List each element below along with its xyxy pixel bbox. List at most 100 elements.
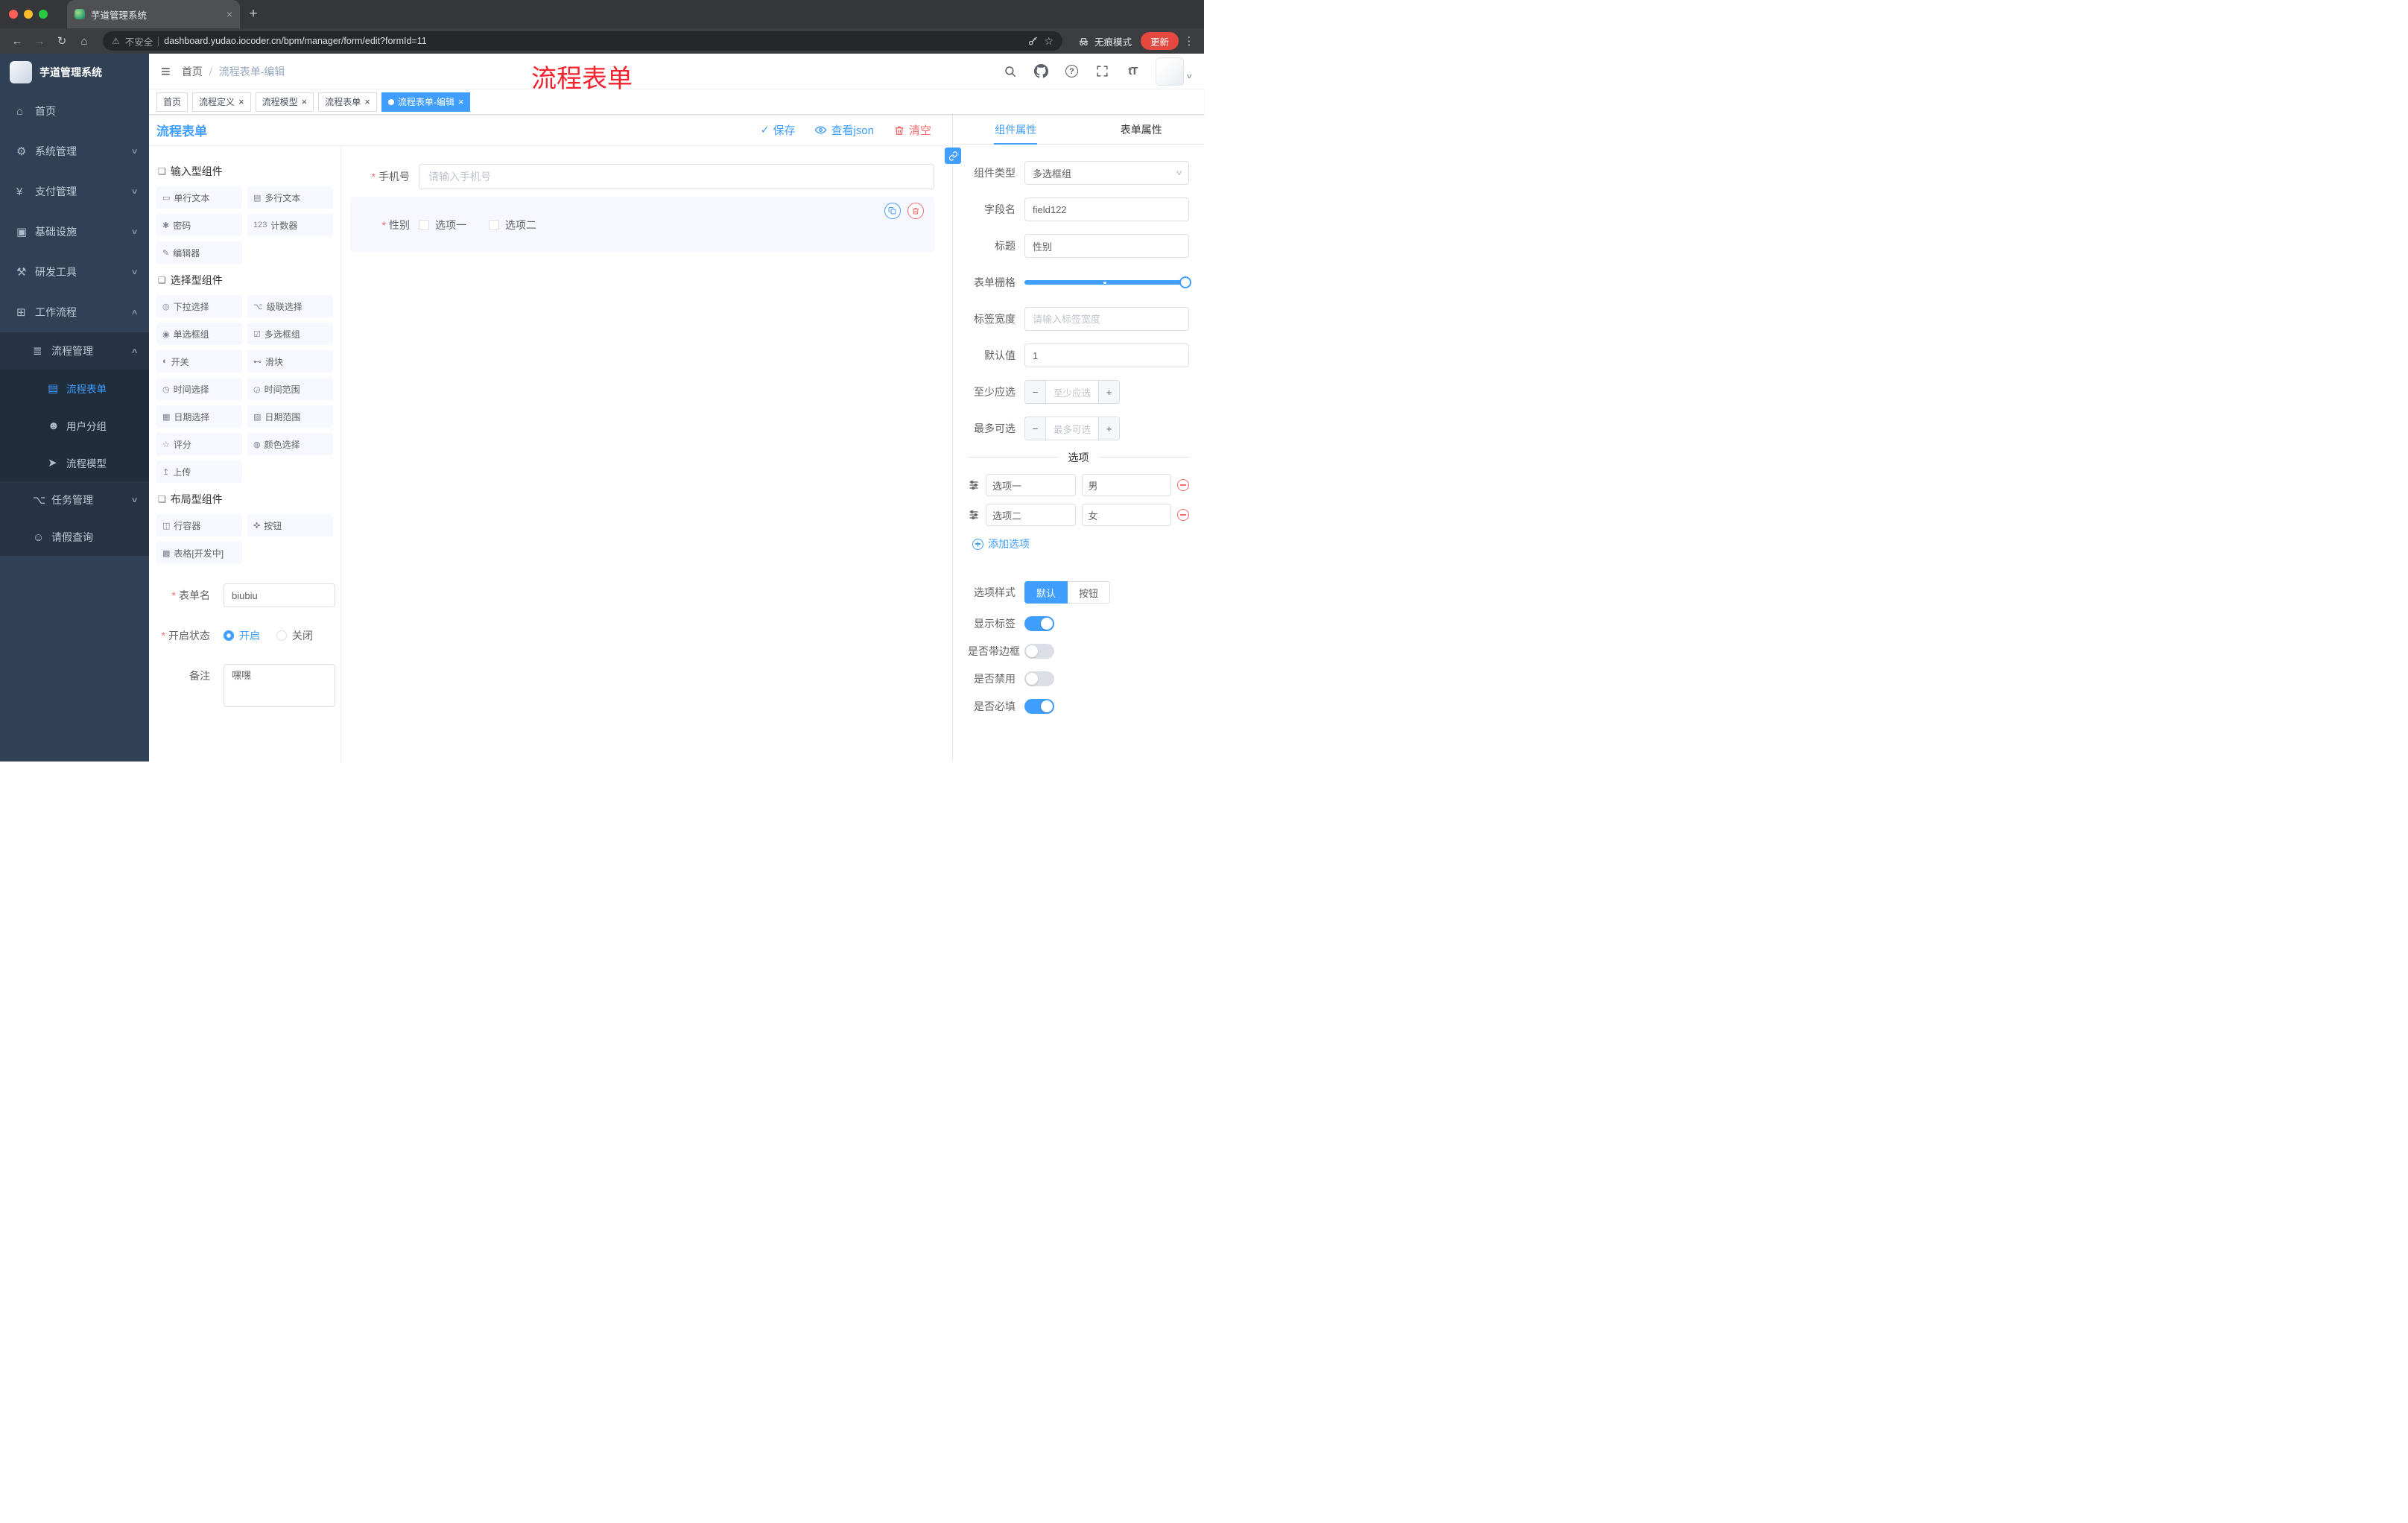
update-button[interactable]: 更新 — [1140, 32, 1179, 50]
form-canvas[interactable]: 手机号 性别 — [341, 146, 952, 762]
link-icon[interactable] — [945, 148, 961, 164]
drag-handle-icon[interactable] — [968, 509, 980, 521]
password-key-icon[interactable] — [1027, 36, 1039, 47]
checkbox-box-icon[interactable] — [489, 220, 499, 230]
tab-close-icon[interactable]: × — [226, 8, 232, 20]
text-size-icon[interactable]: tT — [1125, 63, 1140, 80]
component-item[interactable]: ◫ 行容器 — [156, 514, 242, 536]
checkbox-box-icon[interactable] — [419, 220, 429, 230]
delete-widget-button[interactable] — [907, 203, 924, 219]
tag-close-icon[interactable]: × — [302, 97, 308, 107]
component-item[interactable]: ☑ 多选框组 — [247, 323, 333, 345]
component-item[interactable]: ↥ 上传 — [156, 460, 242, 483]
default-value-input[interactable] — [1024, 343, 1189, 367]
sidebar-item[interactable]: ⊞ 工作流程 ∧ — [0, 292, 149, 332]
properties-tab[interactable]: 表单属性 — [1079, 115, 1205, 144]
fullscreen-icon[interactable] — [1094, 63, 1109, 80]
component-item[interactable]: ◉ 单选框组 — [156, 323, 242, 345]
component-item[interactable]: 123 计数器 — [247, 214, 333, 236]
component-item[interactable]: ◎ 下拉选择 — [156, 295, 242, 317]
hamburger-icon[interactable]: ≡ — [161, 63, 171, 80]
title-input[interactable] — [1024, 234, 1189, 258]
back-icon[interactable]: ← — [7, 31, 27, 51]
view-json-button[interactable]: 查看json — [814, 122, 874, 138]
toggle-switch[interactable] — [1024, 671, 1054, 686]
checkbox-option[interactable]: 选项二 — [489, 218, 536, 232]
sidebar-item[interactable]: ⌂ 首页 — [0, 91, 149, 131]
tag-close-icon[interactable]: × — [364, 97, 370, 107]
increase-icon[interactable]: + — [1098, 417, 1119, 440]
option-style-button[interactable]: 默认 — [1024, 581, 1068, 604]
tag-close-icon[interactable]: × — [238, 97, 244, 107]
properties-tab[interactable]: 组件属性 — [953, 115, 1079, 144]
drag-handle-icon[interactable] — [968, 479, 980, 491]
copy-widget-button[interactable] — [884, 203, 901, 219]
help-icon[interactable]: ? — [1064, 63, 1079, 80]
window-minimize-button[interactable] — [24, 10, 33, 19]
browser-tab[interactable]: 芋道管理系统 × — [67, 0, 240, 28]
address-bar[interactable]: ⚠ 不安全 dashboard.yudao.iocoder.cn/bpm/man… — [103, 31, 1062, 51]
save-button[interactable]: ✓ 保存 — [761, 122, 796, 138]
component-type-select[interactable]: 多选框组 ∨ — [1024, 161, 1189, 185]
new-tab-button[interactable]: + — [243, 4, 264, 25]
breadcrumb-home[interactable]: 首页 — [182, 64, 203, 79]
view-tag[interactable]: 流程表单-编辑 × — [381, 92, 471, 112]
form-name-input[interactable] — [224, 583, 335, 607]
grid-slider[interactable] — [1024, 270, 1191, 294]
phone-field-row[interactable]: 手机号 — [350, 164, 934, 189]
toggle-switch[interactable] — [1024, 644, 1054, 659]
view-tag[interactable]: 首页 × — [156, 92, 188, 112]
window-close-button[interactable] — [9, 10, 18, 19]
max-select-value[interactable]: 最多可选 — [1046, 417, 1098, 440]
field-name-input[interactable] — [1024, 197, 1189, 221]
phone-input[interactable] — [419, 164, 934, 189]
checkbox-option[interactable]: 选项一 — [419, 218, 466, 232]
sidebar-subitem[interactable]: ▤ 流程表单 — [0, 370, 149, 407]
sidebar-subitem[interactable]: ☻ 用户分组 — [0, 407, 149, 444]
label-width-input[interactable] — [1024, 307, 1189, 331]
slider-handle[interactable] — [1179, 276, 1191, 288]
bookmark-star-icon[interactable]: ☆ — [1044, 35, 1054, 48]
toggle-switch[interactable] — [1024, 699, 1054, 714]
search-icon[interactable] — [1003, 63, 1018, 80]
component-item[interactable]: ✜ 按钮 — [247, 514, 333, 536]
browser-home-icon[interactable]: ⌂ — [75, 31, 94, 51]
view-tag[interactable]: 流程定义 × — [192, 92, 251, 112]
option-value-input[interactable] — [1081, 504, 1171, 526]
min-select-value[interactable]: 至少应选 — [1046, 381, 1098, 403]
sidebar-item[interactable]: ▣ 基础设施 ∨ — [0, 212, 149, 252]
user-avatar[interactable]: ∨ — [1156, 57, 1194, 86]
view-tag[interactable]: 流程表单 × — [318, 92, 377, 112]
browser-menu-kebab-icon[interactable]: ⋮ — [1182, 34, 1197, 48]
clear-button[interactable]: 清空 — [893, 122, 931, 138]
component-item[interactable]: ▤ 多行文本 — [247, 186, 333, 209]
sidebar-item[interactable]: ¥ 支付管理 ∨ — [0, 171, 149, 212]
component-item[interactable]: ◷ 时间选择 — [156, 378, 242, 400]
option-name-input[interactable] — [986, 504, 1076, 526]
component-item[interactable]: ⌥ 级联选择 — [247, 295, 333, 317]
reload-icon[interactable]: ↻ — [52, 31, 72, 51]
increase-icon[interactable]: + — [1098, 381, 1119, 403]
status-radio-off[interactable]: 关闭 — [276, 628, 313, 643]
forward-icon[interactable]: → — [30, 31, 49, 51]
component-item[interactable]: ◍ 颜色选择 — [247, 433, 333, 455]
add-option-button[interactable]: 添加选项 — [972, 536, 1189, 551]
remove-option-icon[interactable] — [1177, 509, 1189, 521]
sidebar-subitem[interactable]: ➤ 流程模型 — [0, 444, 149, 481]
option-name-input[interactable] — [986, 474, 1076, 496]
selected-widget-gender[interactable]: 性别 选项一 — [350, 197, 934, 252]
view-tag[interactable]: 流程模型 × — [255, 92, 314, 112]
component-item[interactable]: ▦ 日期选择 — [156, 405, 242, 428]
tag-close-icon[interactable]: × — [458, 97, 464, 107]
component-item[interactable]: ✱ 密码 — [156, 214, 242, 236]
github-icon[interactable] — [1033, 63, 1048, 80]
component-item[interactable]: ▩ 表格[开发中] — [156, 542, 242, 564]
component-item[interactable]: ◐ 开关 — [156, 350, 242, 373]
option-value-input[interactable] — [1081, 474, 1171, 496]
remark-textarea[interactable]: 嘿嘿 — [224, 664, 335, 707]
status-radio-on[interactable]: 开启 — [224, 628, 260, 643]
toggle-switch[interactable] — [1024, 616, 1054, 631]
component-item[interactable]: ✎ 编辑器 — [156, 241, 242, 264]
component-item[interactable]: ⊷ 滑块 — [247, 350, 333, 373]
component-item[interactable]: ▭ 单行文本 — [156, 186, 242, 209]
